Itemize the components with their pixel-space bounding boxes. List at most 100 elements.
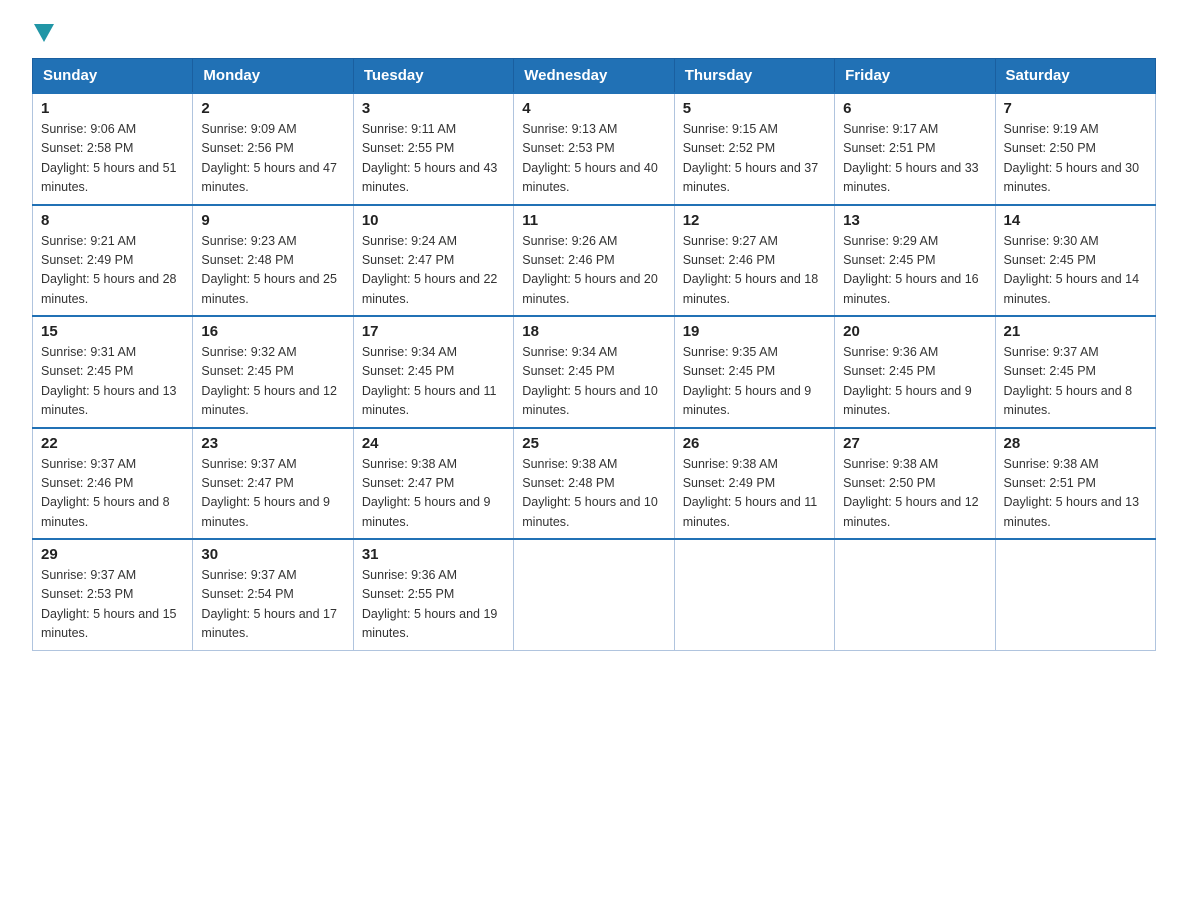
day-info: Sunrise: 9:38 AMSunset: 2:49 PMDaylight:…	[683, 455, 826, 533]
calendar-day-9: 9Sunrise: 9:23 AMSunset: 2:48 PMDaylight…	[193, 205, 353, 317]
day-info: Sunrise: 9:36 AMSunset: 2:45 PMDaylight:…	[843, 343, 986, 421]
calendar-day-12: 12 Sunrise: 9:27 AMSunset: 2:46 PMDayligh…	[674, 205, 834, 317]
calendar-day-22: 22 Sunrise: 9:37 AMSunset: 2:46 PMDayligh…	[33, 428, 193, 540]
day-info: Sunrise: 9:38 AMSunset: 2:48 PMDaylight:…	[522, 455, 665, 533]
weekday-header-sunday: Sunday	[33, 59, 193, 94]
weekday-header-friday: Friday	[835, 59, 995, 94]
calendar-day-31: 31 Sunrise: 9:36 AMSunset: 2:55 PMDayligh…	[353, 539, 513, 650]
day-number: 21	[1004, 323, 1147, 340]
day-number: 29	[41, 546, 184, 563]
calendar-table: SundayMondayTuesdayWednesdayThursdayFrid…	[32, 58, 1156, 651]
day-number: 24	[362, 435, 505, 452]
day-number: 15	[41, 323, 184, 340]
calendar-day-29: 29 Sunrise: 9:37 AMSunset: 2:53 PMDayligh…	[33, 539, 193, 650]
calendar-day-13: 13 Sunrise: 9:29 AMSunset: 2:45 PMDayligh…	[835, 205, 995, 317]
day-info: Sunrise: 9:36 AMSunset: 2:55 PMDaylight:…	[362, 566, 505, 644]
day-number: 13	[843, 212, 986, 229]
day-info: Sunrise: 9:26 AMSunset: 2:46 PMDaylight:…	[522, 232, 665, 310]
day-info: Sunrise: 9:38 AMSunset: 2:50 PMDaylight:…	[843, 455, 986, 533]
day-info: Sunrise: 9:13 AMSunset: 2:53 PMDaylight:…	[522, 120, 665, 198]
logo-arrow-icon	[34, 24, 54, 42]
calendar-day-24: 24 Sunrise: 9:38 AMSunset: 2:47 PMDayligh…	[353, 428, 513, 540]
calendar-day-19: 19 Sunrise: 9:35 AMSunset: 2:45 PMDayligh…	[674, 316, 834, 428]
calendar-day-11: 11 Sunrise: 9:26 AMSunset: 2:46 PMDayligh…	[514, 205, 674, 317]
empty-cell	[514, 539, 674, 650]
day-info: Sunrise: 9:37 AMSunset: 2:47 PMDaylight:…	[201, 455, 344, 533]
day-number: 16	[201, 323, 344, 340]
calendar-day-10: 10 Sunrise: 9:24 AMSunset: 2:47 PMDayligh…	[353, 205, 513, 317]
day-info: Sunrise: 9:32 AMSunset: 2:45 PMDaylight:…	[201, 343, 344, 421]
calendar-day-17: 17 Sunrise: 9:34 AMSunset: 2:45 PMDayligh…	[353, 316, 513, 428]
day-number: 26	[683, 435, 826, 452]
calendar-day-5: 5 Sunrise: 9:15 AMSunset: 2:52 PMDaylight…	[674, 93, 834, 205]
day-number: 28	[1004, 435, 1147, 452]
day-info: Sunrise: 9:31 AMSunset: 2:45 PMDaylight:…	[41, 343, 184, 421]
calendar-day-2: 2 Sunrise: 9:09 AMSunset: 2:56 PMDaylight…	[193, 93, 353, 205]
day-number: 27	[843, 435, 986, 452]
day-info: Sunrise: 9:11 AMSunset: 2:55 PMDaylight:…	[362, 120, 505, 198]
day-number: 10	[362, 212, 505, 229]
calendar-day-4: 4Sunrise: 9:13 AMSunset: 2:53 PMDaylight…	[514, 93, 674, 205]
day-number: 25	[522, 435, 665, 452]
weekday-header-monday: Monday	[193, 59, 353, 94]
calendar-day-18: 18Sunrise: 9:34 AMSunset: 2:45 PMDayligh…	[514, 316, 674, 428]
week-row-3: 15 Sunrise: 9:31 AMSunset: 2:45 PMDayligh…	[33, 316, 1156, 428]
day-info: Sunrise: 9:34 AMSunset: 2:45 PMDaylight:…	[362, 343, 505, 421]
calendar-day-23: 23 Sunrise: 9:37 AMSunset: 2:47 PMDayligh…	[193, 428, 353, 540]
day-info: Sunrise: 9:15 AMSunset: 2:52 PMDaylight:…	[683, 120, 826, 198]
weekday-header-thursday: Thursday	[674, 59, 834, 94]
logo	[32, 24, 56, 42]
day-number: 11	[522, 212, 665, 229]
day-info: Sunrise: 9:27 AMSunset: 2:46 PMDaylight:…	[683, 232, 826, 310]
day-number: 2	[201, 100, 344, 117]
calendar-day-15: 15 Sunrise: 9:31 AMSunset: 2:45 PMDayligh…	[33, 316, 193, 428]
calendar-day-14: 14Sunrise: 9:30 AMSunset: 2:45 PMDayligh…	[995, 205, 1155, 317]
day-number: 6	[843, 100, 986, 117]
day-number: 20	[843, 323, 986, 340]
weekday-header-saturday: Saturday	[995, 59, 1155, 94]
calendar-day-25: 25 Sunrise: 9:38 AMSunset: 2:48 PMDayligh…	[514, 428, 674, 540]
day-number: 22	[41, 435, 184, 452]
calendar-day-21: 21 Sunrise: 9:37 AMSunset: 2:45 PMDayligh…	[995, 316, 1155, 428]
day-info: Sunrise: 9:37 AMSunset: 2:45 PMDaylight:…	[1004, 343, 1147, 421]
calendar-day-3: 3Sunrise: 9:11 AMSunset: 2:55 PMDaylight…	[353, 93, 513, 205]
day-info: Sunrise: 9:34 AMSunset: 2:45 PMDaylight:…	[522, 343, 665, 421]
day-number: 7	[1004, 100, 1147, 117]
day-info: Sunrise: 9:38 AMSunset: 2:47 PMDaylight:…	[362, 455, 505, 533]
day-info: Sunrise: 9:37 AMSunset: 2:54 PMDaylight:…	[201, 566, 344, 644]
calendar-day-1: 1Sunrise: 9:06 AMSunset: 2:58 PMDaylight…	[33, 93, 193, 205]
day-number: 17	[362, 323, 505, 340]
day-number: 9	[201, 212, 344, 229]
day-info: Sunrise: 9:09 AMSunset: 2:56 PMDaylight:…	[201, 120, 344, 198]
weekday-header-wednesday: Wednesday	[514, 59, 674, 94]
calendar-day-27: 27 Sunrise: 9:38 AMSunset: 2:50 PMDayligh…	[835, 428, 995, 540]
calendar-day-26: 26 Sunrise: 9:38 AMSunset: 2:49 PMDayligh…	[674, 428, 834, 540]
calendar-day-30: 30Sunrise: 9:37 AMSunset: 2:54 PMDayligh…	[193, 539, 353, 650]
day-number: 31	[362, 546, 505, 563]
day-number: 23	[201, 435, 344, 452]
empty-cell	[835, 539, 995, 650]
day-info: Sunrise: 9:21 AMSunset: 2:49 PMDaylight:…	[41, 232, 184, 310]
day-number: 19	[683, 323, 826, 340]
day-info: Sunrise: 9:24 AMSunset: 2:47 PMDaylight:…	[362, 232, 505, 310]
day-info: Sunrise: 9:37 AMSunset: 2:46 PMDaylight:…	[41, 455, 184, 533]
day-info: Sunrise: 9:38 AMSunset: 2:51 PMDaylight:…	[1004, 455, 1147, 533]
calendar-day-8: 8 Sunrise: 9:21 AMSunset: 2:49 PMDaylight…	[33, 205, 193, 317]
day-info: Sunrise: 9:30 AMSunset: 2:45 PMDaylight:…	[1004, 232, 1147, 310]
day-info: Sunrise: 9:06 AMSunset: 2:58 PMDaylight:…	[41, 120, 184, 198]
day-number: 5	[683, 100, 826, 117]
week-row-4: 22 Sunrise: 9:37 AMSunset: 2:46 PMDayligh…	[33, 428, 1156, 540]
day-info: Sunrise: 9:35 AMSunset: 2:45 PMDaylight:…	[683, 343, 826, 421]
calendar-day-20: 20 Sunrise: 9:36 AMSunset: 2:45 PMDayligh…	[835, 316, 995, 428]
week-row-1: 1Sunrise: 9:06 AMSunset: 2:58 PMDaylight…	[33, 93, 1156, 205]
calendar-day-28: 28 Sunrise: 9:38 AMSunset: 2:51 PMDayligh…	[995, 428, 1155, 540]
week-row-2: 8 Sunrise: 9:21 AMSunset: 2:49 PMDaylight…	[33, 205, 1156, 317]
day-number: 12	[683, 212, 826, 229]
day-info: Sunrise: 9:29 AMSunset: 2:45 PMDaylight:…	[843, 232, 986, 310]
page-header	[32, 24, 1156, 42]
day-number: 8	[41, 212, 184, 229]
day-info: Sunrise: 9:37 AMSunset: 2:53 PMDaylight:…	[41, 566, 184, 644]
weekday-header-tuesday: Tuesday	[353, 59, 513, 94]
week-row-5: 29 Sunrise: 9:37 AMSunset: 2:53 PMDayligh…	[33, 539, 1156, 650]
day-info: Sunrise: 9:17 AMSunset: 2:51 PMDaylight:…	[843, 120, 986, 198]
